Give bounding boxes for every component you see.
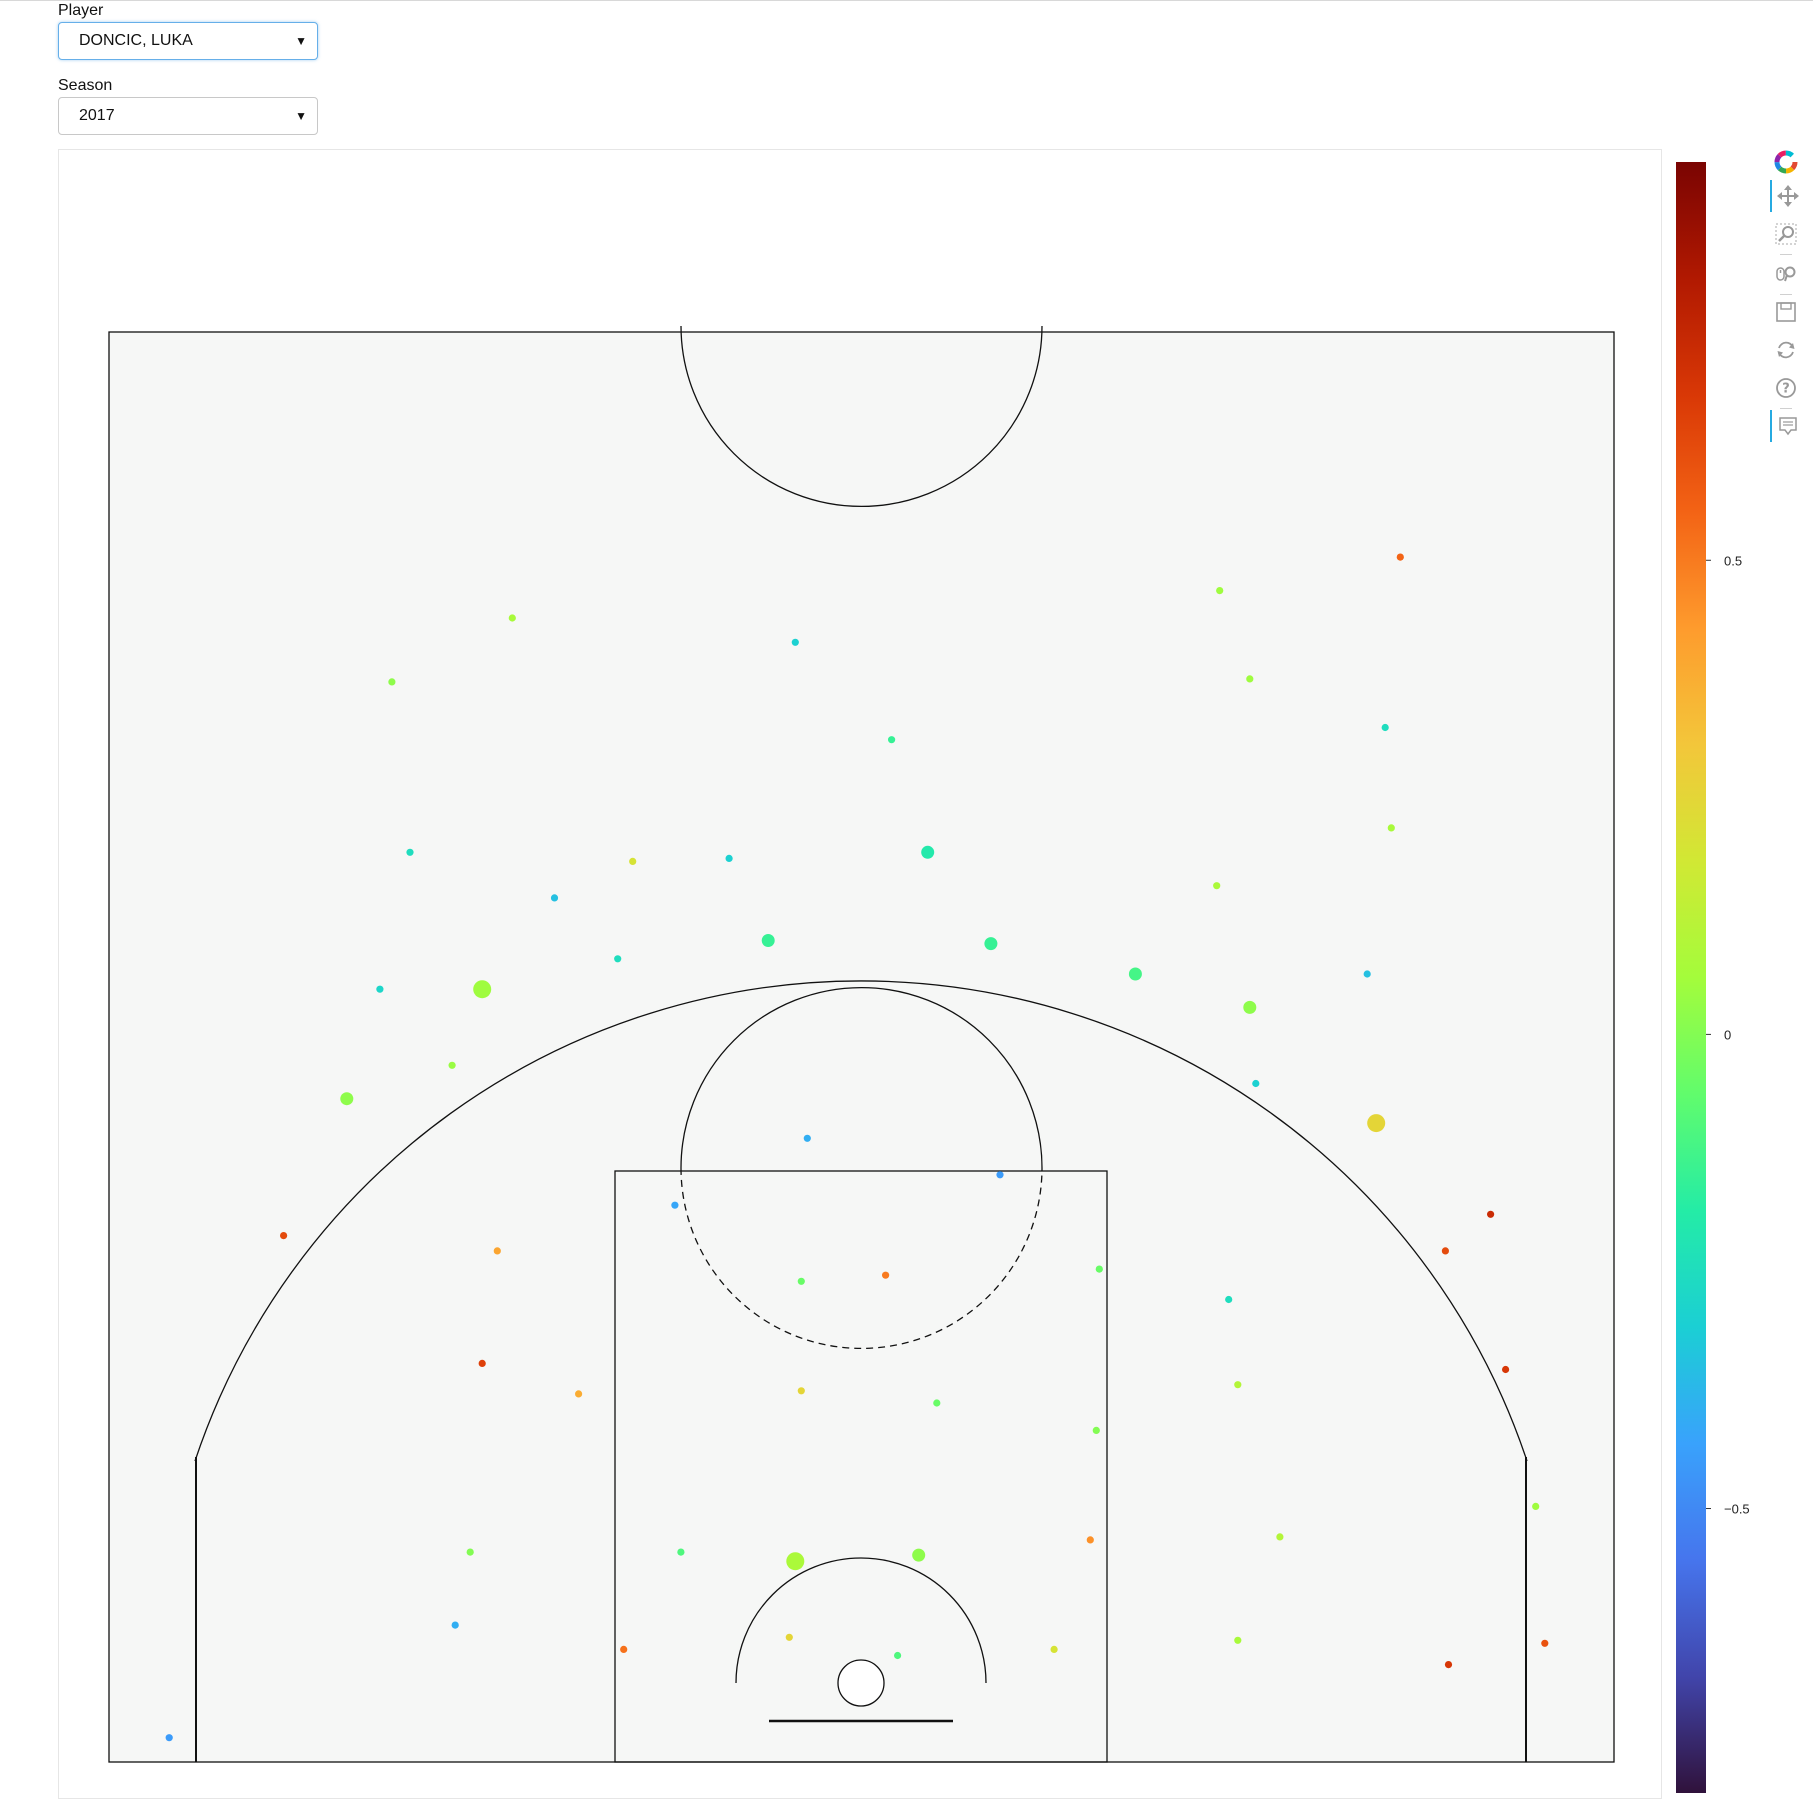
shot-point[interactable] [340,1092,354,1106]
shot-point[interactable] [803,1134,811,1142]
shot-point[interactable] [1487,1210,1495,1218]
shot-point[interactable] [912,1548,926,1562]
basketball-court [108,325,1615,1763]
shot-point[interactable] [1381,723,1389,732]
shot-point[interactable] [1276,1533,1284,1541]
shot-point[interactable] [629,857,637,866]
color-bar-gradient [1676,162,1706,1793]
shot-point[interactable] [1387,824,1395,832]
shot-point[interactable] [1532,1502,1540,1510]
save-icon[interactable] [1770,296,1802,328]
shot-point[interactable] [888,736,896,744]
toolbar-divider [1780,294,1792,295]
shot-point[interactable] [933,1399,941,1407]
shot-point[interactable] [1363,970,1371,978]
shot-point[interactable] [448,1061,456,1069]
color-bar-ticks: 0.5 0 −0.5 [1706,553,1750,1517]
box-zoom-icon[interactable] [1770,218,1802,250]
color-bar-tick-label: 0 [1724,1027,1731,1042]
shot-point[interactable] [1128,967,1142,981]
shot-point[interactable] [376,985,384,993]
shot-point[interactable] [761,934,775,947]
shot-point[interactable] [1367,1114,1386,1133]
toolbar-divider [1780,408,1792,409]
shot-point[interactable] [1441,1247,1449,1255]
shot-point[interactable] [1252,1079,1260,1088]
rim [837,1659,885,1707]
wheel-zoom-icon[interactable] [1770,258,1802,290]
shot-point[interactable] [614,955,622,963]
shot-point[interactable] [921,845,935,859]
shot-point[interactable] [677,1548,685,1556]
bokeh-logo-icon[interactable] [1770,146,1802,178]
shot-point[interactable] [508,614,516,622]
shot-point[interactable] [388,678,396,686]
shot-point[interactable] [791,638,799,646]
color-bar: 0.5 0 −0.5 [1676,162,1750,1793]
shot-point[interactable] [473,980,492,999]
shot-point[interactable] [1396,553,1404,561]
help-icon[interactable]: ? [1770,372,1802,404]
shot-point[interactable] [984,937,998,951]
svg-text:?: ? [1782,382,1790,397]
color-bar-tick-label: −0.5 [1724,1502,1750,1517]
shot-point[interactable] [478,1359,486,1367]
shot-point[interactable] [786,1552,805,1571]
shot-point[interactable] [451,1621,459,1629]
reset-icon[interactable] [1770,334,1802,366]
shot-chart: 0.5 0 −0.5 [108,162,1750,1793]
pan-icon[interactable] [1770,180,1804,212]
shot-point[interactable] [725,854,733,863]
shot-point[interactable] [1243,1000,1257,1014]
shot-point[interactable] [550,894,559,902]
shot-point[interactable] [406,848,414,856]
shot-point[interactable] [894,1651,902,1660]
shot-point[interactable] [466,1548,474,1556]
shot-point[interactable] [1216,587,1224,595]
shot-point[interactable] [1444,1661,1453,1669]
shot-point[interactable] [1092,1426,1100,1434]
color-bar-tick-label: 0.5 [1724,553,1742,568]
shot-point[interactable] [797,1277,805,1285]
shot-point[interactable] [1234,1636,1242,1644]
shot-point[interactable] [671,1201,679,1209]
hover-icon[interactable] [1770,410,1804,442]
court-boundary [108,331,1615,1763]
shot-point[interactable] [620,1645,628,1653]
shot-point[interactable] [1086,1536,1094,1544]
shot-point[interactable] [280,1232,288,1240]
shot-point[interactable] [996,1171,1004,1179]
shot-point[interactable] [575,1390,583,1398]
shot-point[interactable] [1225,1295,1233,1304]
shot-point[interactable] [1095,1265,1103,1273]
shot-point[interactable] [882,1271,890,1279]
shot-point[interactable] [785,1633,793,1641]
toolbar-divider [1780,254,1792,255]
shot-point[interactable] [1050,1645,1058,1653]
shot-point[interactable] [1541,1639,1549,1647]
shot-point[interactable] [1246,675,1254,683]
shot-point[interactable] [1234,1381,1242,1389]
shot-point[interactable] [1502,1365,1510,1374]
shot-point[interactable] [493,1247,501,1255]
shot-point[interactable] [165,1734,173,1742]
shot-point[interactable] [1213,882,1221,890]
shot-point[interactable] [797,1387,805,1395]
